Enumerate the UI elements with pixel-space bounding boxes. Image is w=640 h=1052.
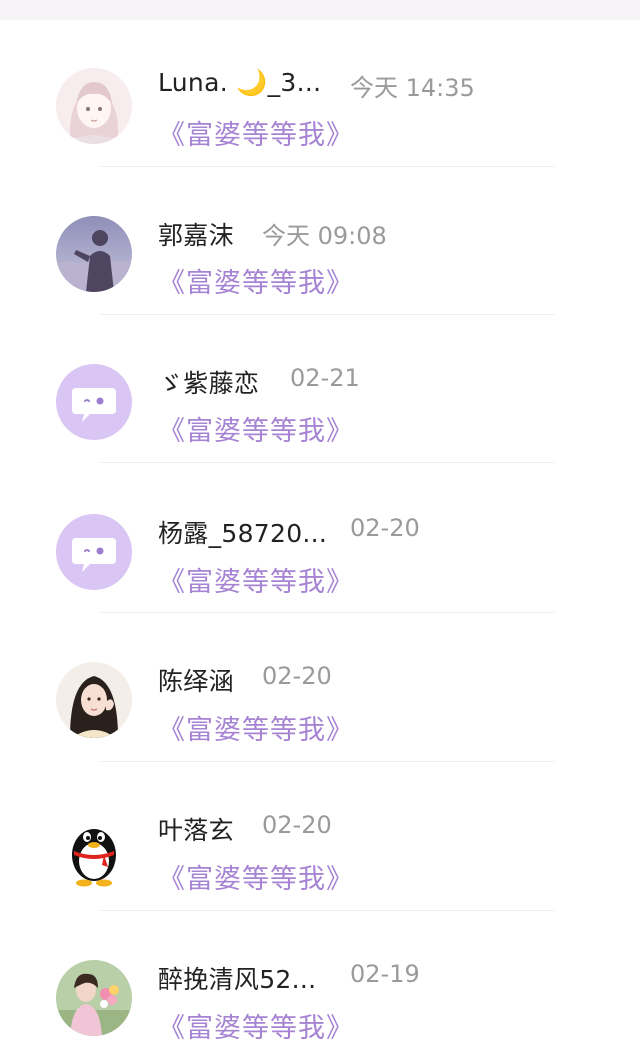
conversation-list: Luna. 🌙_3... 今天 14:35 《富婆等等我》 郭嘉沫 今天 09:… — [0, 0, 640, 1052]
message-preview: 《富婆等等我》 — [158, 416, 354, 447]
qq-penguin-avatar-icon[interactable] — [56, 811, 132, 887]
message-time: 02-20 — [262, 662, 332, 690]
conversation-item[interactable]: 陈绎涵 02-20 《富婆等等我》 — [0, 593, 640, 746]
contact-name: ゞ紫藤恋 — [158, 369, 260, 398]
flower-girl-photo-avatar-icon[interactable] — [56, 960, 132, 1036]
message-time: 02-21 — [290, 364, 360, 392]
conversation-item[interactable]: 杨露_58720... 02-20 《富婆等等我》 — [0, 444, 640, 598]
contact-name: 郭嘉沫 — [158, 221, 234, 250]
contact-name: Luna. 🌙_3... — [158, 68, 322, 97]
conversation-item[interactable]: 醉挽清风52... 02-19 《富婆等等我》 — [0, 891, 640, 1044]
message-preview: 《富婆等等我》 — [158, 268, 354, 299]
silhouette-photo-avatar-icon[interactable] — [56, 216, 132, 292]
girl-photo-avatar-icon[interactable] — [56, 662, 132, 738]
message-time: 今天 09:08 — [262, 222, 387, 250]
default-chat-bubble-avatar-icon[interactable] — [56, 514, 132, 590]
message-time: 02-20 — [262, 811, 332, 839]
conversation-item[interactable]: Luna. 🌙_3... 今天 14:35 《富婆等等我》 — [0, 0, 640, 151]
default-chat-bubble-avatar-icon[interactable] — [56, 364, 132, 440]
contact-name: 叶落玄 — [158, 816, 234, 845]
contact-name: 醉挽清风52... — [158, 965, 317, 994]
contact-name: 陈绎涵 — [158, 667, 234, 696]
conversation-item[interactable]: 叶落玄 02-20 《富婆等等我》 — [0, 742, 640, 895]
anime-girl-avatar-icon[interactable] — [56, 68, 132, 144]
message-time: 02-19 — [350, 960, 420, 988]
message-time: 今天 14:35 — [350, 74, 475, 102]
conversation-item[interactable]: ゞ紫藤恋 02-21 《富婆等等我》 — [0, 296, 640, 447]
message-preview: 《富婆等等我》 — [158, 1013, 354, 1044]
message-preview: 《富婆等等我》 — [158, 120, 354, 151]
message-time: 02-20 — [350, 514, 420, 542]
contact-name: 杨露_58720... — [158, 519, 328, 548]
conversation-item[interactable]: 郭嘉沫 今天 09:08 《富婆等等我》 — [0, 148, 640, 299]
